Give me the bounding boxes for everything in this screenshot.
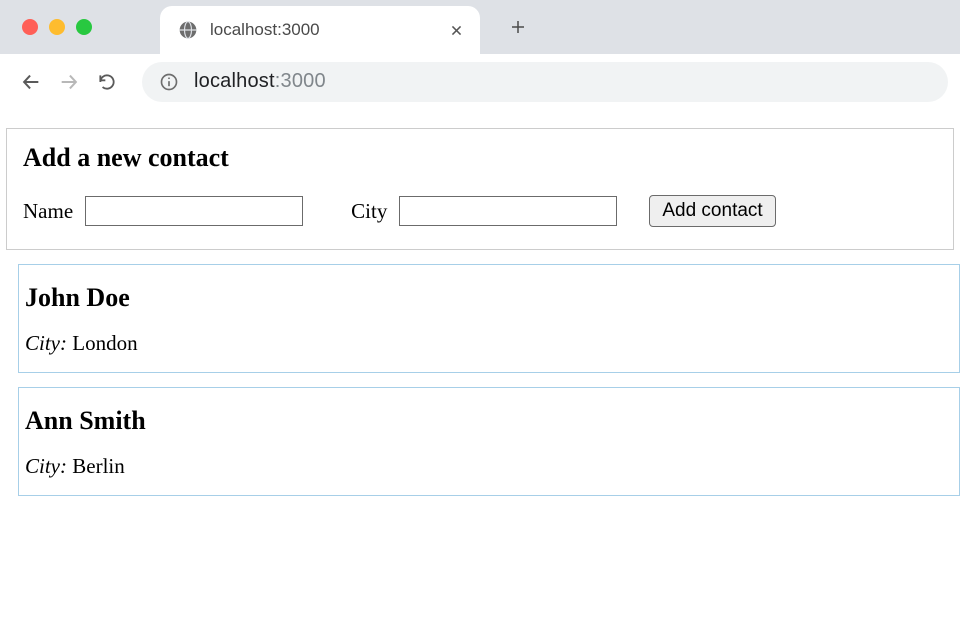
name-label: Name <box>23 199 73 224</box>
url-text: localhost:3000 <box>194 70 326 93</box>
new-tab-button[interactable] <box>504 13 532 41</box>
address-bar[interactable]: localhost:3000 <box>142 62 948 102</box>
toolbar: localhost:3000 <box>0 54 960 110</box>
name-input[interactable] <box>85 196 303 226</box>
city-field-label: City: <box>25 454 67 478</box>
window-zoom-button[interactable] <box>76 19 92 35</box>
close-icon[interactable] <box>448 22 464 38</box>
site-info-icon[interactable] <box>158 71 180 93</box>
form-heading: Add a new contact <box>23 143 937 173</box>
add-contact-button[interactable]: Add contact <box>649 195 775 227</box>
url-port: :3000 <box>275 70 326 92</box>
back-button[interactable] <box>12 63 50 101</box>
globe-icon <box>178 20 198 40</box>
reload-button[interactable] <box>88 63 126 101</box>
contact-card: John Doe City: London <box>18 264 960 373</box>
url-host: localhost <box>194 70 275 92</box>
contact-card: Ann Smith City: Berlin <box>18 387 960 496</box>
contact-name: John Doe <box>25 283 953 313</box>
browser-chrome: localhost:3000 localhost:3000 <box>0 0 960 110</box>
city-field-label: City: <box>25 331 67 355</box>
window-close-button[interactable] <box>22 19 38 35</box>
add-contact-form: Add a new contact Name City Add contact <box>6 128 954 250</box>
contact-city: City: Berlin <box>25 454 953 479</box>
window-controls <box>22 19 92 35</box>
window-minimize-button[interactable] <box>49 19 65 35</box>
form-row: Name City Add contact <box>23 195 937 227</box>
browser-tab[interactable]: localhost:3000 <box>160 6 480 54</box>
city-field-value: London <box>72 331 137 355</box>
page-body: Add a new contact Name City Add contact … <box>0 128 960 496</box>
contact-city: City: London <box>25 331 953 356</box>
contact-list: John Doe City: London Ann Smith City: Be… <box>0 264 960 496</box>
city-label: City <box>351 199 387 224</box>
city-field-value: Berlin <box>72 454 125 478</box>
contact-name: Ann Smith <box>25 406 953 436</box>
city-input[interactable] <box>399 196 617 226</box>
tab-title: localhost:3000 <box>210 20 448 40</box>
tab-strip: localhost:3000 <box>0 0 960 54</box>
forward-button[interactable] <box>50 63 88 101</box>
